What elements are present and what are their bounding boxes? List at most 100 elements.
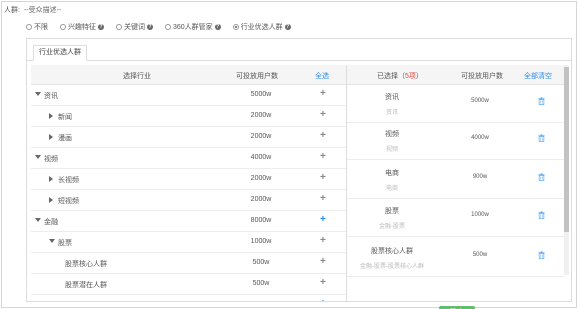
caret-down-icon[interactable] bbox=[35, 155, 41, 159]
industry-user-count: 1000w bbox=[250, 238, 272, 245]
help-icon[interactable]: ? bbox=[147, 24, 153, 30]
targeting-options: 不限 兴趣特征 ? 关键词 ? 360人群管家 ? 行业优选人群 ? bbox=[26, 22, 291, 32]
clear-all-link[interactable]: 全部清空 bbox=[524, 71, 552, 81]
caret-down-icon[interactable] bbox=[49, 239, 55, 243]
add-icon[interactable]: + bbox=[320, 192, 326, 206]
col-users-header: 可投放用户数 bbox=[236, 73, 278, 80]
caret-right-icon[interactable] bbox=[49, 197, 53, 203]
industry-list: 选择行业 可投放用户数 全选 资讯 5000w + 新闻 2000w + 漫画 2000w + 视… bbox=[31, 65, 367, 301]
industry-user-count: 2000w bbox=[250, 133, 272, 140]
caret-down-icon[interactable] bbox=[35, 218, 41, 222]
selected-path: 资讯 bbox=[385, 110, 398, 116]
selected-list: 已选择（5项） 可投放用户数 全部清空 资讯 资讯 5000w 视频 视频 4000w 电商… bbox=[346, 65, 568, 301]
industry-row[interactable]: 理财1000w+ bbox=[31, 295, 361, 301]
col-industry-header: 选择行业 bbox=[123, 73, 151, 80]
industry-row[interactable]: 股票 1000w + bbox=[31, 232, 361, 253]
radio-keyword[interactable] bbox=[116, 24, 122, 30]
industry-name: 新闻 bbox=[58, 114, 72, 121]
selected-name: 视频 bbox=[385, 131, 399, 138]
industry-user-count: 500w bbox=[252, 280, 270, 287]
audience-label: 人群: bbox=[4, 7, 20, 14]
selected-user-count: 4000w bbox=[471, 135, 489, 141]
industry-row[interactable]: 短视频 2000w + bbox=[31, 190, 361, 211]
add-icon[interactable]: + bbox=[320, 108, 326, 122]
industry-user-count: 4000w bbox=[250, 154, 272, 161]
industry-user-count: 2000w bbox=[250, 112, 272, 119]
add-icon[interactable]: + bbox=[320, 87, 326, 101]
audience-description: --受众描述-- bbox=[23, 7, 62, 14]
option-industry[interactable]: 行业优选人群 ? bbox=[232, 22, 291, 32]
industry-row[interactable]: 股票核心人群 500w + bbox=[31, 253, 361, 274]
radio-360-manager[interactable] bbox=[165, 24, 171, 30]
selected-count: 5项 bbox=[405, 73, 416, 80]
help-icon[interactable]: ? bbox=[98, 24, 104, 30]
add-icon[interactable]: + bbox=[320, 150, 326, 164]
industry-user-count: 500w bbox=[252, 259, 270, 266]
selected-row: 资讯 资讯 5000w bbox=[347, 85, 564, 123]
caret-right-icon[interactable] bbox=[49, 134, 53, 140]
selected-user-count: 500w bbox=[472, 252, 488, 258]
option-360-manager[interactable]: 360人群管家 ? bbox=[165, 22, 221, 32]
right-scrollbar[interactable] bbox=[564, 65, 569, 275]
industry-row[interactable]: 资讯 5000w + bbox=[31, 85, 361, 106]
option-keyword[interactable]: 关键词 ? bbox=[116, 22, 153, 32]
delete-icon[interactable] bbox=[538, 251, 545, 259]
selected-user-count: 900w bbox=[472, 174, 488, 180]
industry-panel: 行业优选人群 选择行业 可投放用户数 全选 资讯 5000w + 新闻 2000w + 漫画… bbox=[26, 38, 572, 309]
selected-name: 电商 bbox=[385, 170, 399, 177]
radio-unlimited[interactable] bbox=[26, 24, 32, 30]
radio-industry[interactable] bbox=[232, 24, 239, 30]
caret-right-icon[interactable] bbox=[49, 176, 53, 182]
industry-name: 短视频 bbox=[58, 198, 79, 205]
add-icon[interactable]: + bbox=[320, 213, 326, 227]
add-icon[interactable]: + bbox=[320, 276, 326, 290]
option-label: 行业优选人群 bbox=[240, 24, 283, 31]
add-icon[interactable]: + bbox=[320, 171, 326, 185]
selected-name: 资讯 bbox=[385, 94, 399, 101]
radio-interest[interactable] bbox=[60, 24, 66, 30]
delete-icon[interactable] bbox=[538, 134, 545, 142]
delete-icon[interactable] bbox=[538, 211, 545, 219]
col-selected-header: 已选择（5项） bbox=[377, 71, 423, 81]
option-interest[interactable]: 兴趣特征 ? bbox=[60, 22, 104, 32]
selected-user-count: 5000w bbox=[471, 98, 489, 104]
industry-row[interactable]: 金融 8000w + bbox=[31, 211, 361, 232]
caret-down-icon[interactable] bbox=[35, 92, 41, 96]
selected-name: 股票 bbox=[385, 208, 399, 215]
select-all-link[interactable]: 全选 bbox=[315, 71, 329, 81]
option-label: 兴趣特征 bbox=[68, 24, 96, 31]
industry-user-count: 2000w bbox=[250, 175, 272, 182]
selected-row: 电商 电商 900w bbox=[347, 161, 564, 199]
option-label: 关键词 bbox=[124, 24, 145, 31]
caret-right-icon[interactable] bbox=[49, 113, 53, 119]
selected-path: 金融-股票 bbox=[379, 224, 405, 230]
tab-bar: 行业优选人群 bbox=[27, 39, 571, 61]
industry-row[interactable]: 长视频 2000w + bbox=[31, 169, 361, 190]
selected-row: 股票 金融-股票 1000w bbox=[347, 199, 564, 237]
industry-row[interactable]: 视频 4000w + bbox=[31, 148, 361, 169]
selected-row: 视频 视频 4000w bbox=[347, 122, 564, 160]
delete-icon[interactable] bbox=[538, 173, 545, 181]
add-icon[interactable]: + bbox=[320, 297, 326, 301]
industry-name: 长视频 bbox=[58, 177, 79, 184]
selected-suffix: ） bbox=[415, 73, 423, 80]
add-icon[interactable]: + bbox=[320, 255, 326, 269]
delete-icon[interactable] bbox=[538, 97, 545, 105]
industry-name: 金融 bbox=[44, 219, 58, 226]
option-unlimited[interactable]: 不限 bbox=[26, 22, 48, 32]
add-icon[interactable]: + bbox=[320, 234, 326, 248]
industry-row[interactable]: 新闻 2000w + bbox=[31, 106, 361, 127]
help-icon[interactable]: ? bbox=[284, 24, 291, 30]
industry-name: 股票潜在人群 bbox=[65, 282, 107, 289]
industry-row[interactable]: 股票潜在人群 500w + bbox=[31, 274, 361, 295]
industry-row[interactable]: 漫画 2000w + bbox=[31, 127, 361, 148]
tab-industry-audience[interactable]: 行业优选人群 bbox=[33, 45, 87, 61]
help-icon[interactable]: ? bbox=[214, 24, 221, 30]
option-label: 不限 bbox=[34, 24, 48, 31]
industry-name: 漫画 bbox=[58, 135, 72, 142]
selected-name: 股票核心人群 bbox=[371, 248, 413, 255]
selected-path: 电商 bbox=[385, 186, 398, 192]
add-icon[interactable]: + bbox=[320, 129, 326, 143]
selected-row: 股票核心人群 金融-股票-股票核心人群 500w bbox=[347, 239, 564, 277]
right-scroll-thumb[interactable] bbox=[564, 67, 569, 232]
